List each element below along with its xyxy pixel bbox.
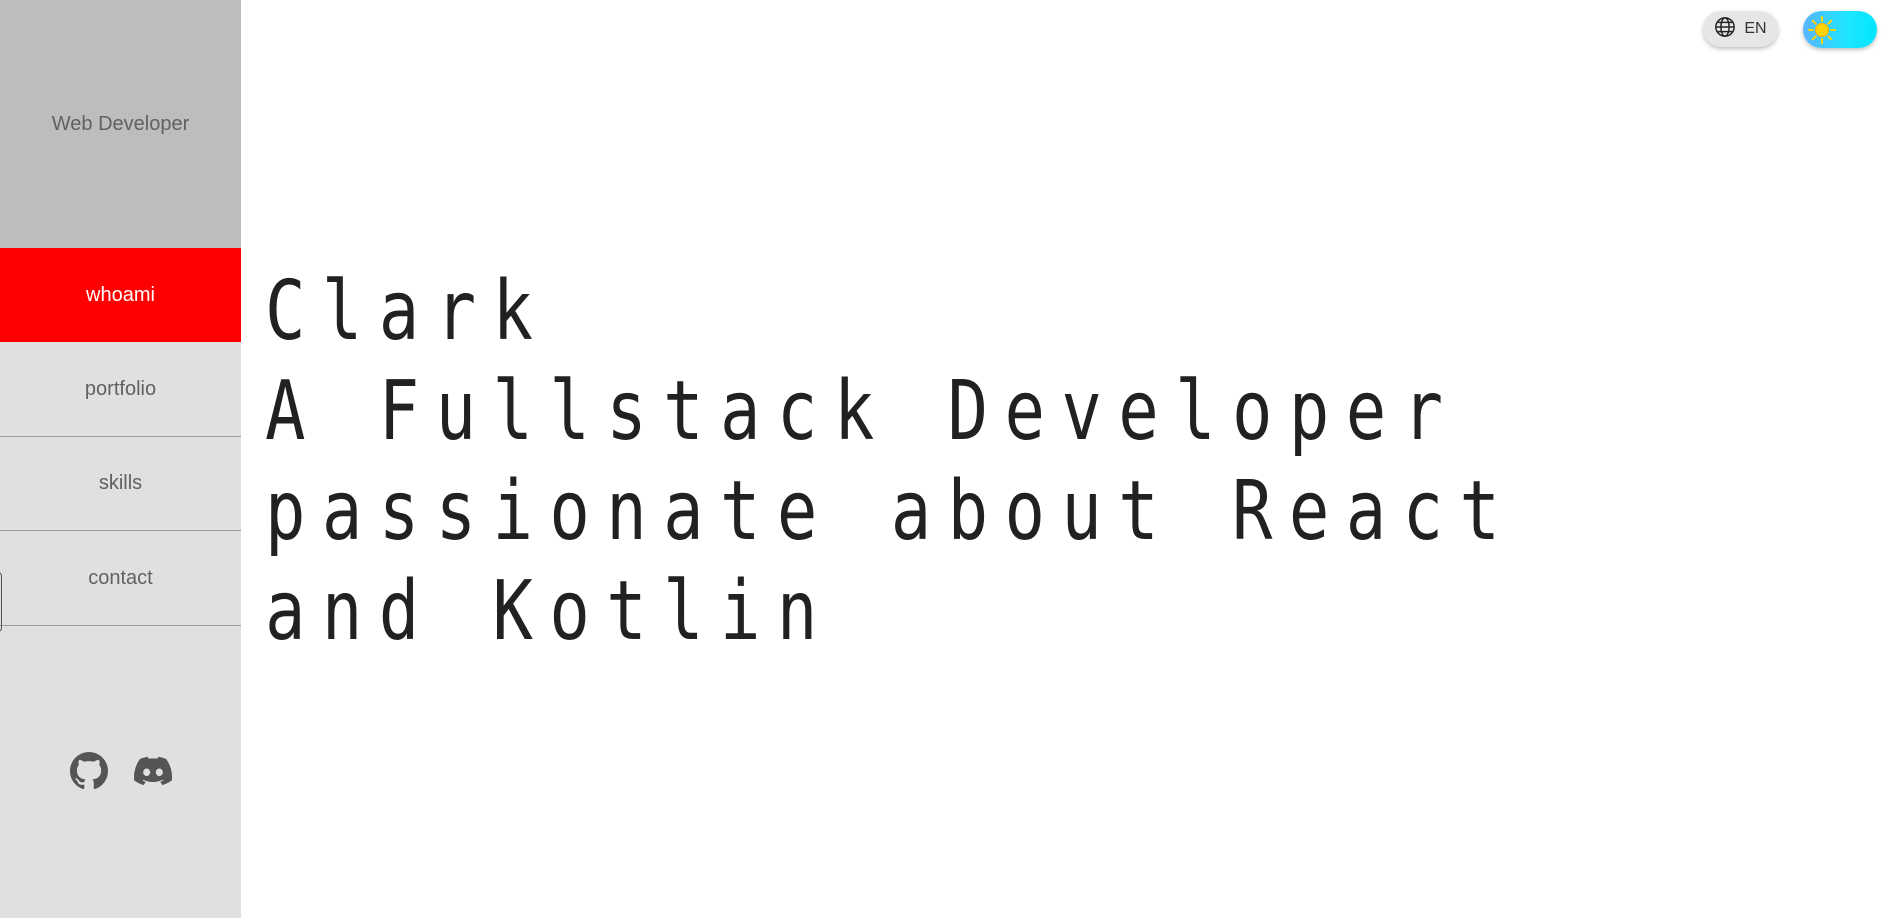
hero-name: Clark bbox=[265, 264, 550, 359]
nav-item-skills[interactable]: skills bbox=[0, 437, 241, 531]
theme-toggle[interactable] bbox=[1803, 11, 1877, 48]
sidebar-subtitle: Web Developer bbox=[51, 112, 190, 135]
sidebar: Web Developer whoami portfolio skills co… bbox=[0, 0, 241, 918]
hero-text: Clark A Fullstack Developer passionate a… bbox=[265, 262, 1569, 662]
nav-item-label: whoami bbox=[86, 283, 155, 306]
discord-icon[interactable] bbox=[133, 752, 172, 790]
nav-item-label: skills bbox=[98, 472, 143, 494]
nav-item-label: contact bbox=[88, 567, 153, 589]
globe-icon bbox=[1714, 16, 1736, 43]
sidebar-header: Web Developer bbox=[0, 0, 241, 248]
nav-item-whoami[interactable]: whoami bbox=[0, 248, 241, 342]
language-button[interactable]: EN bbox=[1703, 11, 1778, 47]
hero-tagline: A Fullstack Developer passionate about R… bbox=[265, 364, 1517, 659]
page: Web Developer whoami portfolio skills co… bbox=[0, 0, 1885, 918]
focus-indicator bbox=[0, 572, 2, 632]
nav-item-contact[interactable]: contact bbox=[0, 532, 241, 626]
nav-item-portfolio[interactable]: portfolio bbox=[0, 343, 241, 437]
nav-item-label: portfolio bbox=[84, 378, 157, 400]
language-label: EN bbox=[1744, 20, 1767, 37]
social-links bbox=[0, 752, 241, 796]
github-icon[interactable] bbox=[69, 752, 108, 790]
sun-icon bbox=[1805, 13, 1838, 46]
